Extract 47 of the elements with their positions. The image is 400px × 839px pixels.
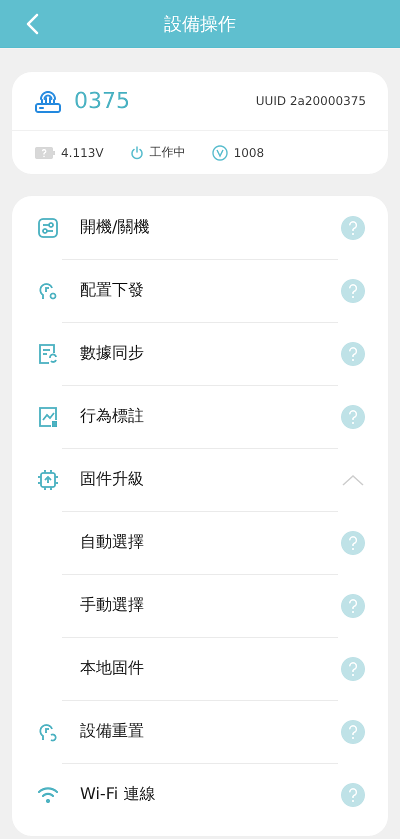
help-icon[interactable] <box>341 342 365 366</box>
menu-item[interactable]: 行為標註 <box>12 385 388 448</box>
menu-label: 數據同步 <box>80 343 144 364</box>
help-icon[interactable] <box>341 278 365 302</box>
menu-item[interactable]: 設備重置 <box>12 700 388 763</box>
menu-item[interactable]: 配置下發 <box>12 259 388 322</box>
submenu-item[interactable]: 本地固件 <box>12 637 388 700</box>
menu-label: 自動選擇 <box>80 532 144 553</box>
help-icon[interactable] <box>341 404 365 428</box>
chart-icon <box>38 406 58 426</box>
help-icon[interactable] <box>341 720 365 744</box>
menu-label: 手動選擇 <box>80 595 144 616</box>
device-name: 0375 <box>74 88 130 114</box>
help-icon[interactable] <box>341 216 365 240</box>
back-icon[interactable] <box>25 13 39 35</box>
help-icon[interactable] <box>341 782 365 806</box>
menu-item[interactable]: 數據同步 <box>12 322 388 385</box>
menu-item[interactable]: 開機/關機 <box>12 196 388 259</box>
menu-label: 本地固件 <box>80 658 144 679</box>
chip-upload-icon <box>38 470 58 490</box>
voltage-text: 4.113V <box>61 146 104 160</box>
menu-label: 配置下發 <box>80 280 144 301</box>
menu-item[interactable]: 固件升級 <box>12 448 388 511</box>
menu-label: 開機/關機 <box>80 217 150 238</box>
version-icon <box>212 144 228 160</box>
router-icon <box>34 88 62 114</box>
power-icon <box>130 146 144 160</box>
help-icon[interactable] <box>341 530 365 554</box>
document-sync-icon <box>38 344 58 364</box>
menu-label: Wi-Fi 連線 <box>80 784 156 805</box>
menu-label: 固件升級 <box>80 469 144 490</box>
help-icon[interactable] <box>341 594 365 618</box>
menu-label: 設備重置 <box>80 721 144 742</box>
version-text: 1008 <box>234 146 264 160</box>
status-text: 工作中 <box>150 144 186 161</box>
battery-icon <box>35 146 55 158</box>
menu-item[interactable]: Wi-Fi 連線 <box>12 763 388 826</box>
toggle-icon <box>38 218 58 238</box>
device-uuid: UUID 2a20000375 <box>256 94 366 108</box>
submenu-item[interactable]: 手動選擇 <box>12 574 388 637</box>
chevron-icon[interactable] <box>342 474 364 486</box>
reset-icon <box>38 722 58 742</box>
submenu-item[interactable]: 自動選擇 <box>12 511 388 574</box>
help-icon[interactable] <box>341 656 365 680</box>
page-title: 設備操作 <box>164 13 236 36</box>
menu-label: 行為標註 <box>80 406 144 427</box>
wifi-icon <box>37 786 59 804</box>
